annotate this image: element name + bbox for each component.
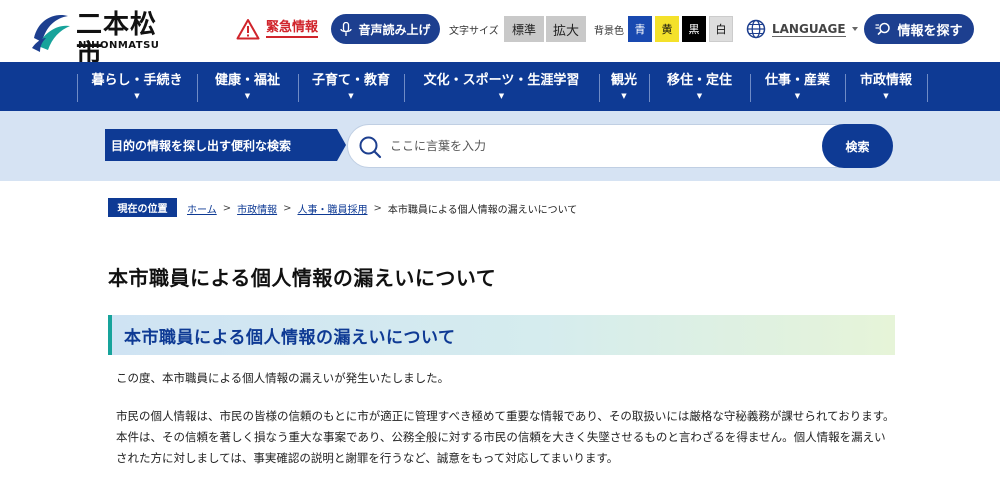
nav-item-label: 健康・福祉 xyxy=(214,73,280,88)
nav-item-label: 子育て・教育 xyxy=(311,73,390,88)
section-heading-text: 本市職員による個人情報の漏えいについて xyxy=(124,328,456,348)
microphone-icon xyxy=(340,21,353,36)
breadcrumb-link-home[interactable]: ホーム xyxy=(187,201,217,216)
caret-down-icon: ▼ xyxy=(696,92,703,100)
chevron-down-icon xyxy=(851,27,858,31)
caret-down-icon: ▼ xyxy=(348,92,354,100)
font-size-label: 文字サイズ xyxy=(449,26,499,37)
search-tag: 目的の情報を探し出す便利な検索 xyxy=(105,129,337,161)
font-size-large-button[interactable]: 拡大 xyxy=(546,16,586,42)
logo-text-en: NIHONMATSU xyxy=(78,40,160,51)
caret-down-icon: ▼ xyxy=(621,92,627,100)
page-title: 本市職員による個人情報の漏えいについて xyxy=(108,266,497,290)
breadcrumb-link-personnel[interactable]: 人事・職員採用 xyxy=(297,201,367,216)
language-label: LANGUAGE xyxy=(772,21,846,37)
nav-item-label: 移住・定住 xyxy=(666,73,732,88)
nav-item-living[interactable]: 暮らし・手続き ▼ xyxy=(78,62,196,111)
nav-divider xyxy=(927,74,928,102)
caret-down-icon: ▼ xyxy=(134,92,140,100)
bg-color-black-button[interactable]: 黒 xyxy=(682,16,706,42)
bg-color-white-button[interactable]: 白 xyxy=(709,16,733,42)
caret-down-icon: ▼ xyxy=(244,92,251,100)
nav-item-label: 文化・スポーツ・生涯学習 xyxy=(423,73,580,88)
section-heading: 本市職員による個人情報の漏えいについて xyxy=(108,315,895,355)
nav-item-health[interactable]: 健康・福祉 ▼ xyxy=(198,62,297,111)
bg-color-label: 背景色 xyxy=(594,26,624,37)
nav-item-childcare[interactable]: 子育て・教育 ▼ xyxy=(299,62,403,111)
search-band: 目的の情報を探し出す便利な検索 検索 xyxy=(0,111,1000,181)
caret-down-icon: ▼ xyxy=(498,92,505,100)
body-paragraph: この度、本市職員による個人情報の漏えいが発生いたしました。 xyxy=(116,371,450,385)
site-logo[interactable]: 二本松市 NIHONMATSU xyxy=(28,6,168,70)
body-paragraph: 市民の個人情報は、市民の皆様の信頼のもとに市が適正に管理すべき極めて重要な情報で… xyxy=(116,409,895,465)
find-info-label: 情報を探す xyxy=(897,23,963,39)
nav-item-work[interactable]: 仕事・産業 ▼ xyxy=(751,62,844,111)
search-menu-icon xyxy=(875,22,891,36)
breadcrumb-label: 現在の位置 xyxy=(108,198,177,217)
caret-down-icon: ▼ xyxy=(883,92,889,100)
voice-readout-label: 音声読み上げ xyxy=(358,22,431,37)
nav-item-label: 市政情報 xyxy=(859,73,912,88)
site-header: 二本松市 NIHONMATSU 緊急情報 音声読み上げ 文字サイズ 標準 拡大 … xyxy=(0,0,1000,70)
find-info-button[interactable]: 情報を探す xyxy=(864,14,974,44)
nav-item-migration[interactable]: 移住・定住 ▼ xyxy=(650,62,749,111)
breadcrumb: ホーム > 市政情報 > 人事・職員採用 > 本市職員による個人情報の漏えいにつ… xyxy=(187,200,577,216)
search-tag-arrow xyxy=(337,129,346,161)
emergency-label: 緊急情報 xyxy=(266,20,319,38)
emergency-info-link[interactable]: 緊急情報 xyxy=(236,16,319,42)
breadcrumb-current: 本市職員による個人情報の漏えいについて xyxy=(387,204,578,216)
nav-item-culture[interactable]: 文化・スポーツ・生涯学習 ▼ xyxy=(405,62,598,111)
nav-item-label: 観光 xyxy=(610,73,637,88)
city-emblem-icon xyxy=(32,14,70,52)
global-nav: 暮らし・手続き ▼ 健康・福祉 ▼ 子育て・教育 ▼ 文化・スポーツ・生涯学習 … xyxy=(0,62,1000,111)
bg-color-yellow-button[interactable]: 黄 xyxy=(655,16,679,42)
font-size-standard-button[interactable]: 標準 xyxy=(504,16,544,42)
warning-icon xyxy=(236,19,260,40)
breadcrumb-separator: > xyxy=(283,202,292,214)
nav-item-tourism[interactable]: 観光 ▼ xyxy=(600,62,648,111)
search-input[interactable] xyxy=(390,135,810,157)
language-selector[interactable]: LANGUAGE xyxy=(746,18,858,40)
search-button[interactable]: 検索 xyxy=(822,124,893,168)
breadcrumb-separator: > xyxy=(373,202,382,214)
breadcrumb-link-city-admin[interactable]: 市政情報 xyxy=(237,201,277,216)
nav-item-city-admin[interactable]: 市政情報 ▼ xyxy=(846,62,926,111)
caret-down-icon: ▼ xyxy=(794,92,801,100)
bg-color-blue-button[interactable]: 青 xyxy=(628,16,652,42)
nav-item-label: 仕事・産業 xyxy=(764,73,830,88)
breadcrumb-separator: > xyxy=(222,202,232,214)
voice-readout-button[interactable]: 音声読み上げ xyxy=(331,14,440,44)
search-icon xyxy=(359,136,382,159)
globe-icon xyxy=(746,19,766,39)
nav-item-label: 暮らし・手続き xyxy=(91,73,183,88)
